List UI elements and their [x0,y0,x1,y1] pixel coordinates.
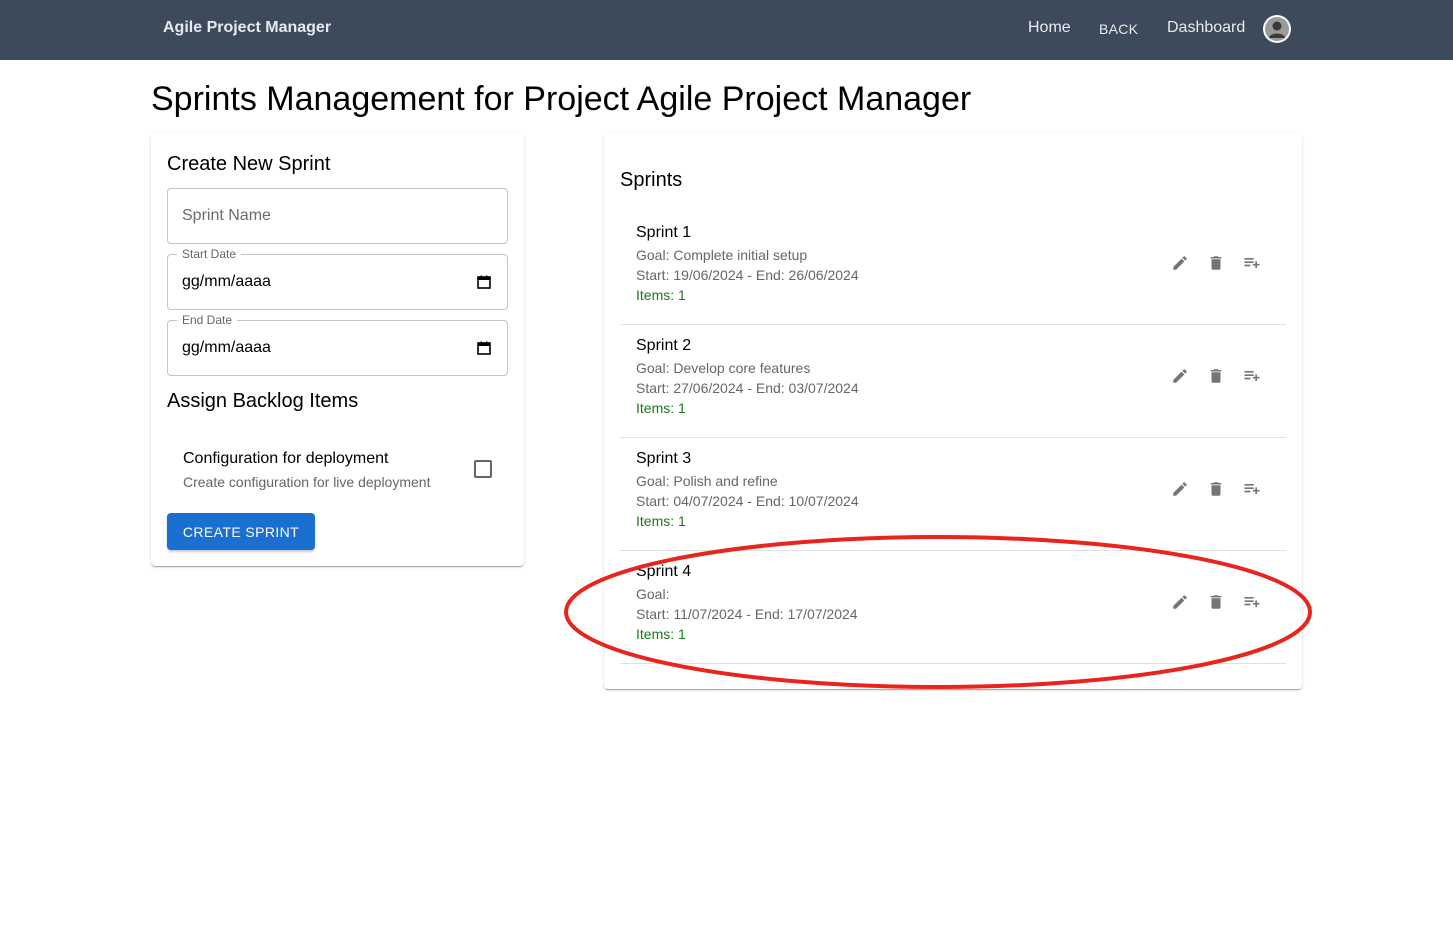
sprint-goal: Goal: [636,586,670,602]
sprint-dates: Start: 19/06/2024 - End: 26/06/2024 [636,267,859,283]
create-sprint-heading: Create New Sprint [167,153,331,175]
sprint-items-count: Items: 1 [636,626,686,642]
sprint-name: Sprint 4 [636,563,692,580]
sprint-list-item: Sprint 1 Goal: Complete initial setup St… [620,212,1286,325]
edit-icon[interactable] [1168,590,1192,614]
app-brand[interactable]: Agile Project Manager [163,19,331,37]
end-date-label: End Date [177,313,238,327]
delete-icon[interactable] [1204,364,1228,388]
backlog-item-checkbox[interactable] [474,460,492,478]
edit-icon[interactable] [1168,364,1192,388]
calendar-icon[interactable] [477,341,491,360]
create-sprint-button[interactable]: CREATE SPRINT [167,513,315,550]
sprints-heading: Sprints [620,169,683,191]
playlist-add-icon[interactable] [1240,251,1264,275]
page-title: Sprints Management for Project Agile Pro… [151,80,972,118]
sprint-items-count: Items: 1 [636,400,686,416]
sprint-dates: Start: 11/07/2024 - End: 17/07/2024 [636,606,858,622]
sprint-goal: Goal: Complete initial setup [636,247,808,263]
assign-backlog-heading: Assign Backlog Items [167,390,359,412]
sprint-dates: Start: 27/06/2024 - End: 03/07/2024 [636,380,859,396]
sprint-list-item: Sprint 4 Goal: Start: 11/07/2024 - End: … [620,551,1286,664]
nav-home-link[interactable]: Home [1028,19,1071,37]
start-date-label: Start Date [177,247,242,261]
backlog-item[interactable]: Configuration for deployment Create conf… [167,438,508,492]
nav-dashboard-link[interactable]: Dashboard [1167,19,1245,37]
start-date-field[interactable]: Start Date gg/mm/aaaa [167,247,508,310]
delete-icon[interactable] [1204,590,1228,614]
user-avatar-icon[interactable] [1263,15,1291,43]
edit-icon[interactable] [1168,251,1192,275]
sprint-name-field [167,188,508,244]
sprint-items-count: Items: 1 [636,513,686,529]
sprint-goal: Goal: Develop core features [636,360,811,376]
sprint-name: Sprint 2 [636,337,692,354]
sprint-name: Sprint 1 [636,224,692,241]
end-date-input[interactable]: gg/mm/aaaa [182,339,271,357]
sprint-dates: Start: 04/07/2024 - End: 10/07/2024 [636,493,859,509]
sprint-goal: Goal: Polish and refine [636,473,778,489]
sprint-list-item: Sprint 2 Goal: Develop core features Sta… [620,325,1286,438]
playlist-add-icon[interactable] [1240,364,1264,388]
end-date-field[interactable]: End Date gg/mm/aaaa [167,313,508,376]
sprint-list-item: Sprint 3 Goal: Polish and refine Start: … [620,438,1286,551]
sprints-list-card: Sprints Sprint 1 Goal: Complete initial … [604,133,1302,689]
delete-icon[interactable] [1204,477,1228,501]
playlist-add-icon[interactable] [1240,590,1264,614]
start-date-input[interactable]: gg/mm/aaaa [182,273,271,291]
backlog-item-title: Configuration for deployment [183,450,389,467]
edit-icon[interactable] [1168,477,1192,501]
create-sprint-card: Create New Sprint Start Date gg/mm/aaaa … [151,133,524,566]
sprint-name-input[interactable] [168,189,507,243]
calendar-icon[interactable] [477,275,491,294]
backlog-item-description: Create configuration for live deployment [183,474,431,490]
sprint-name: Sprint 3 [636,450,692,467]
sprint-items-count: Items: 1 [636,287,686,303]
nav-back-link[interactable]: BACK [1099,21,1138,37]
top-navbar: Agile Project Manager Home BACK Dashboar… [0,0,1453,60]
playlist-add-icon[interactable] [1240,477,1264,501]
delete-icon[interactable] [1204,251,1228,275]
